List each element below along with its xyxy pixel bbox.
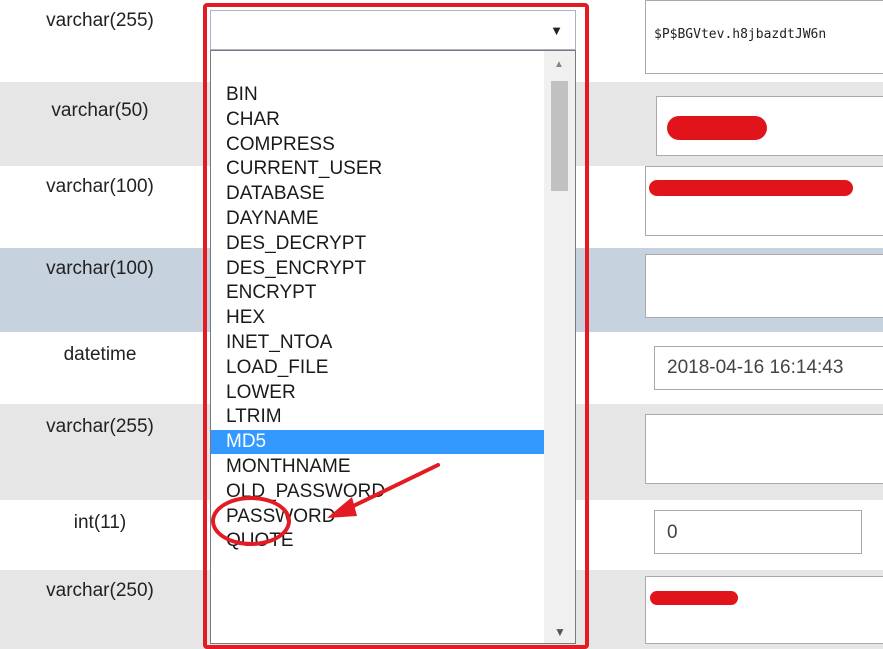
dropdown-option-char[interactable]: CHAR (211, 108, 545, 132)
column-type: varchar(100) (46, 258, 154, 279)
scrollbar[interactable]: ▲ ▼ (544, 51, 575, 643)
value-field[interactable] (645, 166, 883, 236)
value-text: 2018-04-16 16:14:43 (667, 357, 844, 378)
scrollbar-thumb[interactable] (551, 81, 568, 191)
redaction-mark (649, 180, 853, 196)
dropdown-option-database[interactable]: DATABASE (211, 182, 545, 206)
dropdown-option-bin[interactable]: BIN (211, 83, 545, 107)
dropdown-option-monthname[interactable]: MONTHNAME (211, 455, 545, 479)
scroll-up-arrow-icon[interactable]: ▲ (554, 59, 564, 70)
dropdown-option-encrypt[interactable]: ENCRYPT (211, 281, 545, 305)
chevron-down-icon[interactable]: ▼ (550, 23, 563, 38)
dropdown-option-load-file[interactable]: LOAD_FILE (211, 356, 545, 380)
value-field[interactable] (645, 414, 883, 484)
column-type: varchar(100) (46, 176, 154, 197)
dropdown-option-compress[interactable]: COMPRESS (211, 133, 545, 157)
scroll-down-arrow-icon[interactable]: ▼ (554, 625, 566, 639)
value-field[interactable]: 2018-04-16 16:14:43 (654, 346, 883, 390)
value-field[interactable] (645, 576, 883, 644)
redaction-mark (667, 116, 767, 140)
value-field[interactable]: 0 (654, 510, 862, 554)
function-select[interactable]: ▼ (210, 10, 576, 50)
value-text: $P$BGVtev.h8jbazdtJW6n (654, 27, 827, 42)
dropdown-option-inet-ntoa[interactable]: INET_NTOA (211, 331, 545, 355)
redaction-mark (650, 591, 738, 605)
dropdown-option-hex[interactable]: HEX (211, 306, 545, 330)
dropdown-option-dayname[interactable]: DAYNAME (211, 207, 545, 231)
dropdown-option-current-user[interactable]: CURRENT_USER (211, 157, 545, 181)
column-type: varchar(50) (51, 100, 149, 121)
function-dropdown-list: QUOTE PASSWORD OLD_PASSWORD MONTHNAME MD5 LTR… (210, 50, 576, 644)
column-type: varchar(255) (46, 10, 154, 31)
dropdown-option-des-decrypt[interactable]: DES_DECRYPT (211, 232, 545, 256)
dropdown-option-ltrim[interactable]: LTRIM (211, 405, 545, 429)
value-field[interactable] (645, 254, 883, 318)
column-type: datetime (63, 344, 137, 365)
value-field[interactable] (656, 96, 883, 156)
column-type: int(11) (73, 512, 127, 533)
dropdown-option-lower[interactable]: LOWER (211, 381, 545, 405)
dropdown-option-des-encrypt[interactable]: DES_ENCRYPT (211, 257, 545, 281)
column-type: varchar(250) (46, 580, 154, 601)
value-text: 0 (667, 522, 678, 543)
dropdown-option-md5[interactable]: MD5 (211, 430, 545, 455)
column-type: varchar(255) (46, 416, 154, 437)
value-field[interactable]: $P$BGVtev.h8jbazdtJW6n (645, 0, 883, 74)
highlight-circle (211, 496, 291, 546)
